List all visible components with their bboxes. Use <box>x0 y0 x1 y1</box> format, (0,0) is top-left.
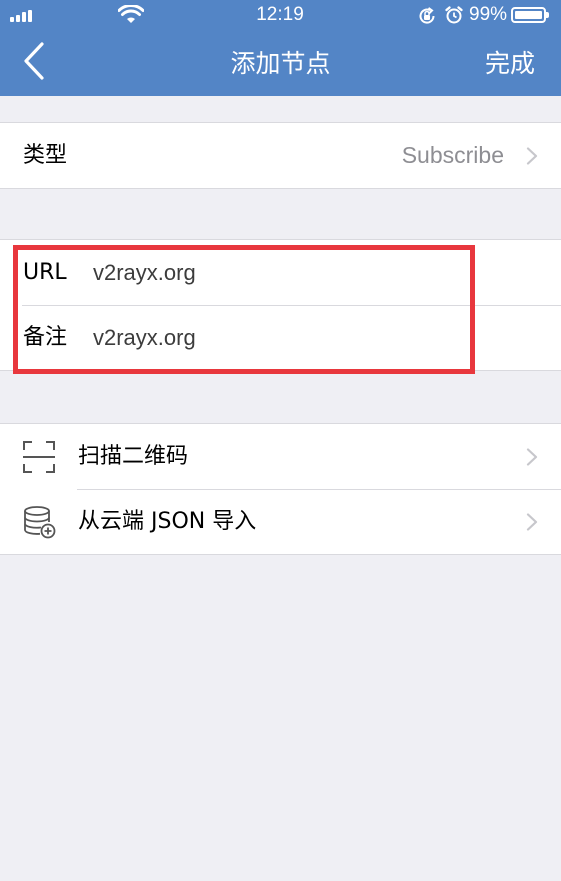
cloud-json-import-label: 从云端 JSON 导入 <box>78 509 257 534</box>
chevron-right-icon <box>526 448 538 466</box>
cloud-database-import-icon <box>24 506 56 539</box>
battery-percent: 99% <box>469 4 508 25</box>
remark-row: 备注 v2rayx.org <box>0 305 561 370</box>
type-label: 类型 <box>23 143 68 168</box>
scan-qr-label: 扫描二维码 <box>78 444 189 469</box>
page-title: 添加节点 <box>230 49 331 78</box>
chevron-right-icon <box>526 147 538 165</box>
import-section: 扫描二维码 从云端 JSON 导入 <box>0 423 561 555</box>
scan-qr-row[interactable]: 扫描二维码 <box>0 424 561 489</box>
back-button[interactable] <box>14 40 58 84</box>
cloud-json-import-row[interactable]: 从云端 JSON 导入 <box>0 489 561 554</box>
status-time: 12:19 <box>256 4 304 25</box>
chevron-left-icon <box>24 42 44 80</box>
remark-label: 备注 <box>23 325 68 350</box>
rotation-lock-icon <box>419 7 435 24</box>
battery-icon <box>511 7 549 23</box>
done-button[interactable]: 完成 <box>485 44 535 80</box>
type-section: 类型 Subscribe <box>0 122 561 189</box>
url-row: URL v2rayx.org <box>0 240 561 305</box>
navigation-bar: 12:19 99% 添加节点 完成 <box>0 0 561 96</box>
url-input[interactable]: v2rayx.org <box>93 240 196 305</box>
alarm-icon <box>445 6 463 24</box>
qr-scan-icon <box>23 441 55 473</box>
signal-icon <box>10 8 32 22</box>
type-value: Subscribe <box>401 142 504 168</box>
remark-input[interactable]: v2rayx.org <box>93 305 196 370</box>
fields-section: URL v2rayx.org 备注 v2rayx.org <box>0 239 561 371</box>
status-bar: 12:19 99% <box>0 0 561 34</box>
chevron-right-icon <box>526 513 538 531</box>
url-label: URL <box>23 260 67 285</box>
type-row[interactable]: 类型 Subscribe <box>0 123 561 188</box>
wifi-icon <box>118 5 144 23</box>
